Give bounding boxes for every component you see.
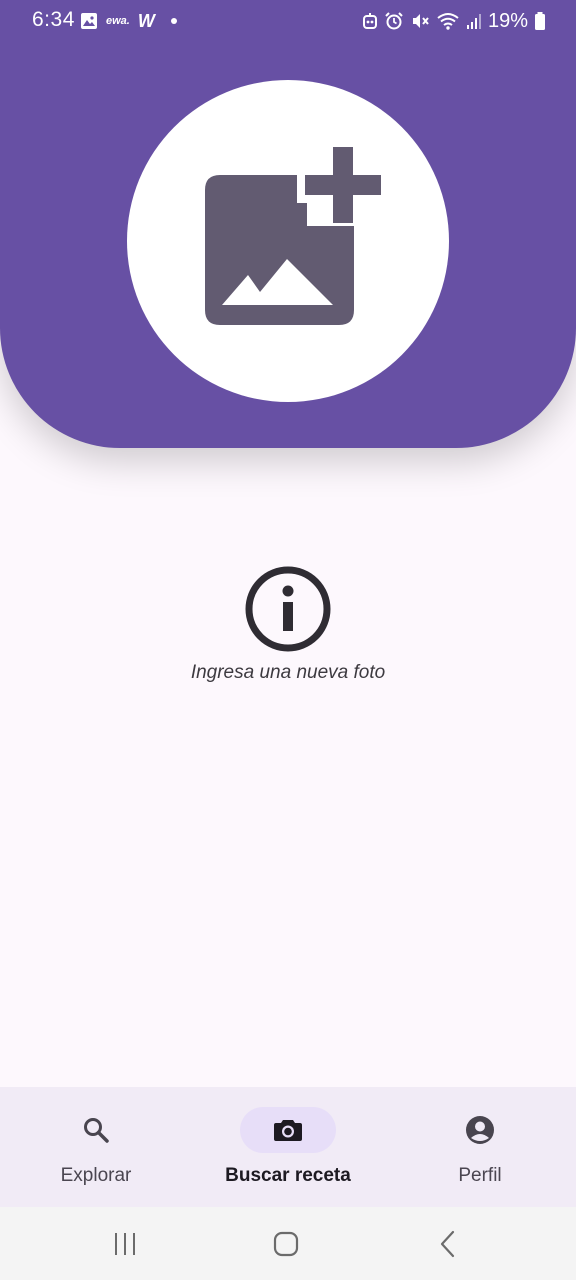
nav-item-buscar-receta[interactable]: Buscar receta [192, 1087, 384, 1207]
system-status-icons: 19% [362, 9, 546, 33]
info-icon [245, 566, 331, 652]
nav-label-buscar-receta: Buscar receta [225, 1165, 351, 1186]
wifi-icon [437, 13, 459, 30]
battery-percentage: 19% [487, 9, 528, 32]
camera-icon [274, 1120, 302, 1141]
add-photo-button[interactable] [127, 80, 449, 402]
battery-icon [535, 12, 545, 30]
image-icon [81, 13, 97, 29]
system-navigation-bar [0, 1207, 576, 1280]
w-app-icon: W [137, 10, 155, 31]
ewa-app-icon: ewa. [106, 15, 130, 27]
back-icon[interactable] [433, 1229, 463, 1259]
robot-icon [362, 13, 377, 29]
nav-label-explorar: Explorar [60, 1165, 132, 1186]
signal-icon [466, 14, 481, 29]
status-bar: 6:34 ewa. W 19% [0, 0, 576, 44]
mute-icon [412, 14, 429, 28]
nav-label-perfil: Perfil [458, 1165, 502, 1186]
notification-icons: ewa. W [80, 11, 179, 31]
search-icon [84, 1118, 109, 1143]
alarm-icon [385, 12, 403, 30]
bottom-navigation: Explorar Buscar receta Perfil [0, 1087, 576, 1207]
account-circle-icon [466, 1116, 494, 1144]
add-photo-icon [205, 147, 381, 325]
home-icon[interactable] [271, 1229, 301, 1259]
empty-state-message: Ingresa una nueva foto [190, 662, 386, 683]
recents-icon[interactable] [110, 1229, 140, 1259]
nav-item-perfil[interactable]: Perfil [384, 1087, 576, 1207]
nav-item-explorar[interactable]: Explorar [0, 1087, 192, 1207]
status-time: 6:34 [32, 8, 75, 31]
dot-icon [170, 18, 177, 24]
